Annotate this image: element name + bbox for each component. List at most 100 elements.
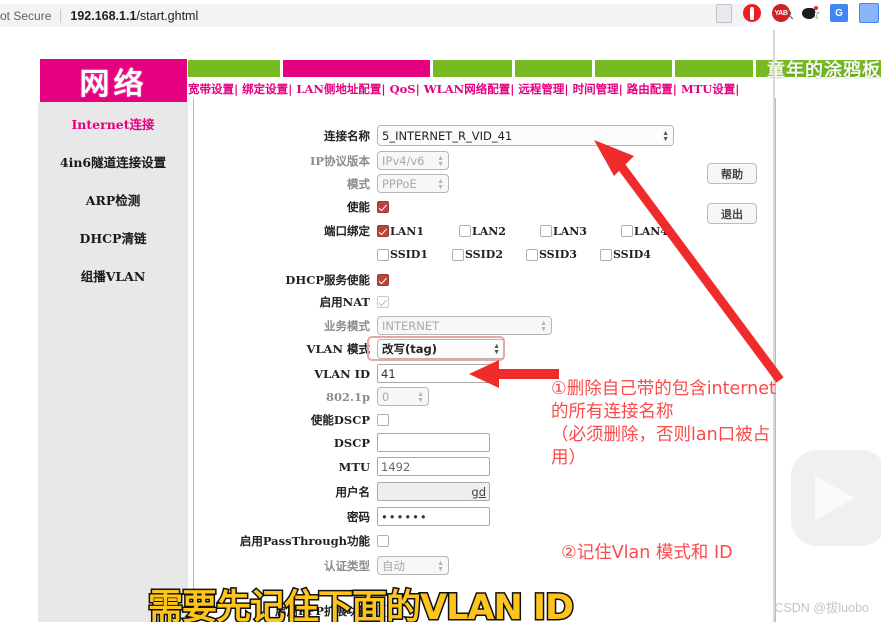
ssid2-label: SSID2 [464,248,503,261]
lan1-checkbox[interactable] [377,225,389,237]
ssid1-checkbox[interactable] [377,248,389,261]
ssid2-checkbox[interactable] [451,248,464,261]
ip-version-select-wrap[interactable]: IPv4/v6 ▲ ▼ [377,151,449,170]
overlay-divider [773,30,775,622]
nav-tab-3[interactable] [433,60,512,77]
instruction-banner: 需要先记住下面的VLAN ID [146,587,575,622]
connection-name-select[interactable]: 5_INTERNET_R_VID_41 [377,125,674,146]
lan1-label: LAN1 [390,224,424,238]
dhcp-checkbox[interactable] [377,274,389,286]
ip-version-select[interactable]: IPv4/v6 [377,151,449,170]
row-service-mode: 业务模式 INTERNET ▲ ▼ [190,316,552,335]
ssid1-label: SSID1 [390,248,428,261]
address-bar[interactable]: ot Secure 192.168.1.1/start.ghtml [0,4,750,27]
service-mode-select[interactable]: INTERNET [377,316,552,335]
connection-name-label: 连接名称 [324,128,370,143]
annotation-note-1-line-1: ①删除自己带的包含internet [551,379,776,399]
row-mode: 模式 PPPoE ▲ ▼ [190,174,449,193]
row-connection-name: 连接名称 5_INTERNET_R_VID_41 ▲ ▼ [190,125,674,146]
username-input[interactable] [377,482,490,501]
stop-icon[interactable]: YAB [772,4,790,22]
google-translate-icon[interactable]: G [830,4,848,22]
sub-nav-links[interactable]: 宽带设置| 绑定设置| LAN侧地址配置| QoS| WLAN网络配置| 远程管… [188,79,881,98]
sidebar-item-4in6[interactable]: 4in6隧道连接设置 [60,152,166,171]
sidebar-item-multicast-vlan[interactable]: 组播VLAN [81,266,146,285]
brand-logo: 网络 [40,59,187,102]
url-text: 192.168.1.1/start.ghtml [70,9,198,23]
vlan-mode-select-wrap[interactable]: 改写(tag) ▲ ▼ [377,339,505,359]
auth-type-select[interactable]: 自动 [377,556,449,575]
page-icon[interactable] [716,3,732,23]
nav-tab-4[interactable] [514,60,593,77]
sub-nav-text[interactable]: 宽带设置| 绑定设置| LAN侧地址配置| QoS| WLAN网络配置| 远程管… [188,81,739,97]
nav-tab-5[interactable] [595,60,673,77]
url-host: 192.168.1.1 [70,8,137,23]
annotation-note-1-line-2: 的所有连接名称 [551,402,674,423]
help-button[interactable]: 帮助 [707,163,757,184]
dscp-input[interactable] [377,433,490,452]
brand-logo-text: 网络 [79,66,148,102]
vlan-id-input[interactable] [377,364,495,383]
auth-type-label: 认证类型 [324,558,370,573]
enable-label: 使能 [347,200,370,214]
row-passthrough: 启用PassThrough功能 [190,533,389,549]
vlan-mode-select[interactable]: 改写(tag) [377,339,505,359]
row-dot1p: 802.1p 0 ▲ ▼ [190,387,429,406]
mode-select[interactable]: PPPoE [377,174,449,193]
password-label: 密码 [347,509,370,524]
lan3-checkbox[interactable] [539,225,552,237]
enable-checkbox[interactable] [377,201,389,213]
lan4-checkbox[interactable] [620,225,633,237]
lan2-label: LAN2 [471,224,506,238]
dot1p-select-wrap[interactable]: 0 ▲ ▼ [377,387,429,406]
passthrough-checkbox[interactable] [377,535,389,547]
row-enable: 使能 [190,199,389,215]
sidebar-item-arp[interactable]: ARP检测 [86,190,141,209]
dscp-enable-checkbox[interactable] [377,414,389,426]
row-ip-version: IP协议版本 IPv4/v6 ▲ ▼ [190,151,449,170]
ssid4-checkbox[interactable] [599,248,612,261]
service-mode-select-wrap[interactable]: INTERNET ▲ ▼ [377,316,552,335]
passthrough-label: 启用PassThrough功能 [239,534,370,548]
security-label: ot Secure [0,8,52,23]
row-dscp: DSCP [190,433,490,452]
nav-tab-6[interactable] [675,60,753,77]
row-port-bind-ssid: SSID1 SSID2 SSID3 SSID4 [190,248,651,261]
nat-checkbox[interactable] [377,296,389,308]
ip-version-label: IP协议版本 [309,153,370,168]
url-path: /start.ghtml [136,8,199,23]
lan2-checkbox[interactable] [458,225,471,237]
row-dscp-enable: 使能DSCP [190,412,389,428]
service-mode-label: 业务模式 [324,318,370,333]
sidebar-item-internet[interactable]: Internet连接 [71,114,154,133]
mtu-input[interactable] [377,457,490,476]
auth-type-select-wrap[interactable]: 自动 ▲ ▼ [377,556,449,575]
sidebar: Internet连接 4in6隧道连接设置 ARP检测 DHCP清链 组播VLA… [38,102,188,622]
opera-icon[interactable] [743,4,761,22]
password-input[interactable] [377,507,490,526]
mode-select-wrap[interactable]: PPPoE ▲ ▼ [377,174,449,193]
dhcp-label: DHCP服务使能 [285,273,370,287]
extension-icon[interactable] [859,3,879,23]
dot1p-select[interactable]: 0 [377,387,429,406]
browser-toolbar: ot Secure 192.168.1.1/start.ghtml ⚲ ☆ YA… [0,0,881,31]
vlan-id-label: VLAN ID [314,366,370,381]
row-nat: 启用NAT [190,294,389,310]
sidebar-item-dhcp[interactable]: DHCP清链 [80,228,147,247]
nav-tab-1[interactable] [188,60,281,77]
row-vlan-mode: VLAN 模式 改写(tag) ▲ ▼ [190,339,505,359]
row-password: 密码 [190,507,490,526]
ssid3-checkbox[interactable] [525,248,538,261]
lan3-label: LAN3 [552,224,587,238]
nav-tab-2[interactable] [283,60,431,77]
mtu-label: MTU [338,459,370,474]
lan4-label: LAN4 [633,224,668,238]
row-mtu: MTU [190,457,490,476]
connection-name-select-wrap[interactable]: 5_INTERNET_R_VID_41 ▲ ▼ [377,125,674,146]
ink-icon[interactable] [801,4,819,22]
watermark-credit: CSDN @拔luobo [774,601,869,615]
row-auth-type: 认证类型 自动 ▲ ▼ [190,556,449,575]
exit-button[interactable]: 退出 [707,203,757,224]
vlan-mode-label: VLAN 模式 [306,342,370,356]
page-left-gutter [0,30,38,622]
